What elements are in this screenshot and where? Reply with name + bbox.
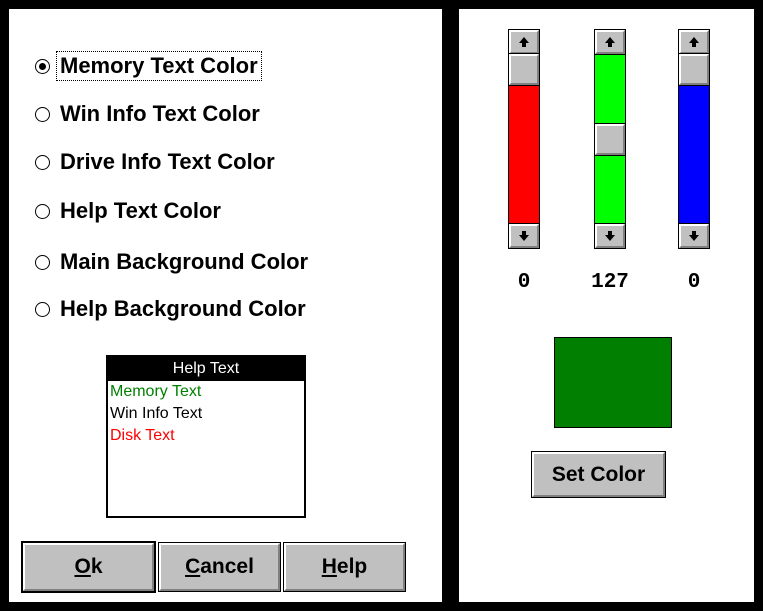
color-swatch bbox=[554, 337, 672, 428]
color-preview-box: Help Text Memory Text Win Info Text Disk… bbox=[106, 355, 306, 518]
cancel-label-rest: ancel bbox=[200, 555, 254, 578]
radio-icon bbox=[35, 58, 50, 74]
radio-help-text-color[interactable]: Help Text Color bbox=[35, 196, 224, 226]
red-down-arrow-icon[interactable] bbox=[508, 223, 540, 249]
radio-icon bbox=[35, 254, 50, 270]
radio-label: Memory Text Color bbox=[56, 51, 262, 81]
options-panel: Memory Text Color Win Info Text Color Dr… bbox=[9, 9, 442, 602]
radio-main-background-color[interactable]: Main Background Color bbox=[35, 247, 311, 277]
cancel-button[interactable]: Cancel bbox=[159, 543, 280, 591]
green-scroll-thumb[interactable] bbox=[594, 122, 626, 156]
green-value: 127 bbox=[591, 271, 629, 294]
help-mnemonic: H bbox=[321, 555, 337, 578]
blue-up-arrow-icon[interactable] bbox=[678, 29, 710, 55]
red-value: 0 bbox=[517, 271, 531, 294]
radio-help-background-color[interactable]: Help Background Color bbox=[35, 294, 309, 324]
radio-icon bbox=[35, 154, 50, 170]
radio-icon bbox=[35, 203, 50, 219]
set-color-button[interactable]: Set Color bbox=[532, 452, 665, 497]
preview-memory-text: Memory Text bbox=[110, 383, 202, 400]
radio-drive-info-text-color[interactable]: Drive Info Text Color bbox=[35, 147, 278, 177]
green-up-arrow-icon[interactable] bbox=[594, 29, 626, 55]
radio-icon bbox=[35, 106, 50, 122]
set-color-label: Set Color bbox=[551, 462, 646, 486]
red-up-arrow-icon[interactable] bbox=[508, 29, 540, 55]
preview-win-info-text: Win Info Text bbox=[110, 405, 203, 422]
blue-value: 0 bbox=[687, 271, 701, 294]
radio-label: Help Background Color bbox=[60, 296, 306, 321]
cancel-mnemonic: C bbox=[185, 555, 201, 578]
red-scrollbar[interactable] bbox=[508, 29, 540, 249]
green-down-arrow-icon[interactable] bbox=[594, 223, 626, 249]
ok-label-rest: k bbox=[90, 555, 103, 578]
preview-disk-text: Disk Text bbox=[110, 427, 175, 444]
red-scroll-thumb[interactable] bbox=[508, 53, 540, 86]
ok-button[interactable]: Ok bbox=[23, 543, 154, 591]
blue-scrollbar[interactable] bbox=[678, 29, 710, 249]
radio-icon bbox=[35, 301, 50, 317]
ok-mnemonic: O bbox=[74, 555, 91, 578]
radio-label: Help Text Color bbox=[60, 198, 221, 223]
help-label-rest: elp bbox=[336, 555, 368, 578]
radio-memory-text-color[interactable]: Memory Text Color bbox=[35, 51, 262, 81]
green-scrollbar[interactable] bbox=[594, 29, 626, 249]
radio-win-info-text-color[interactable]: Win Info Text Color bbox=[35, 99, 263, 129]
color-mixer-panel: 0 127 0 Set Color bbox=[459, 9, 754, 602]
radio-label: Win Info Text Color bbox=[60, 101, 260, 126]
preview-title: Help Text bbox=[108, 357, 304, 381]
blue-scroll-thumb[interactable] bbox=[678, 53, 710, 86]
help-button[interactable]: Help bbox=[284, 543, 405, 591]
radio-label: Drive Info Text Color bbox=[60, 149, 275, 174]
blue-down-arrow-icon[interactable] bbox=[678, 223, 710, 249]
radio-label: Main Background Color bbox=[60, 249, 309, 274]
